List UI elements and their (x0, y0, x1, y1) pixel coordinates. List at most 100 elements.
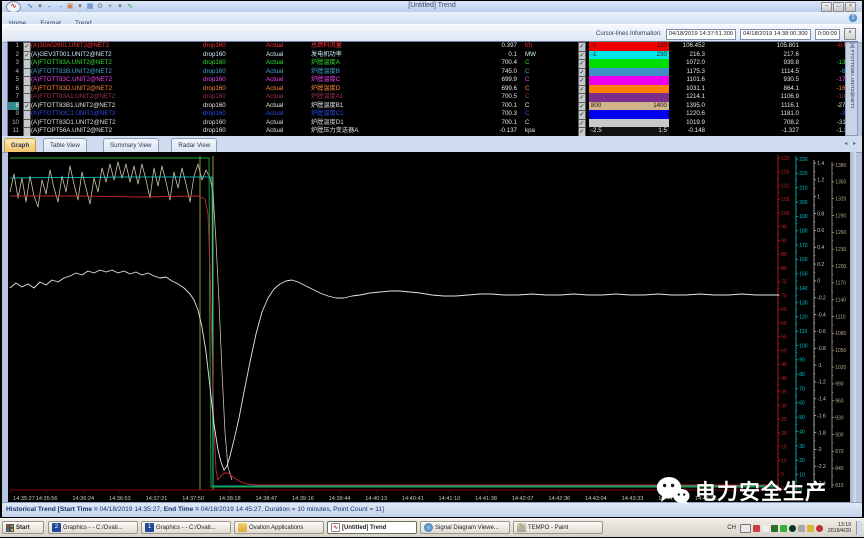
paint-icon: ✎ (517, 523, 526, 532)
table-row[interactable]: 1✓(A)30A02601.UNIT2@NET2drop160Actual总燃料… (8, 42, 857, 51)
table-row[interactable]: 8✓(A)FTOTT83B1.UNIT2@NET2drop160Actual炉膛… (8, 102, 857, 111)
tray-icon[interactable] (753, 525, 760, 532)
signal-name: (A)30A02601.UNIT2@NET2 (31, 42, 109, 51)
table-row[interactable]: 10(A)FTOTT83D1.UNIT2@NET2drop160Actual炉膛… (8, 119, 857, 128)
taskbar-task-folder[interactable]: Ovation Applications (234, 521, 324, 534)
signal-description: 炉膛温度D (311, 85, 340, 94)
signal-unit: C (525, 93, 529, 102)
signal-name: (A)FTOTT83A1.UNIT2@NET2 (31, 93, 115, 102)
taskbar-task-graphics-2[interactable]: 2Graphics - - C:/Ovati... (48, 521, 138, 534)
axis-tick-label: 80 (799, 372, 805, 378)
axis-tick-label: 100 (799, 343, 808, 349)
axis-tick-label: 130 (799, 300, 808, 306)
cursor1-value: 1072.0 (618, 59, 705, 68)
tab-table-view[interactable]: Table View (43, 138, 87, 152)
tray-icon[interactable] (771, 525, 778, 532)
signal-value: 700.5 (428, 93, 517, 102)
table-row[interactable]: 9(A)FTOTT83C1.UNIT2@NET2drop160Actual炉膛温… (8, 110, 857, 119)
keyboard-icon[interactable] (740, 524, 751, 533)
signal-description: 炉膛温度C1 (311, 110, 344, 119)
screen: ∿ ∿▾←→▣▾▦⊙+▾∿ [Untitled] Trend –□× HomeF… (0, 0, 864, 538)
tray-icon[interactable] (816, 525, 823, 532)
axis-tick-label: 50 (781, 348, 787, 354)
axis-tick-label: 50 (799, 415, 805, 421)
cursor1-value: 1395.0 (618, 102, 705, 111)
table-row[interactable]: 3(A)FTOTT83A.UNIT2@NET2drop160Actual炉膛温度… (8, 59, 857, 68)
minimize-button[interactable]: – (821, 2, 832, 12)
cursor1-value: 1101.6 (618, 76, 705, 85)
signal-unit: C (525, 59, 529, 68)
table-row[interactable]: 4(A)FTOTT83B.UNIT2@NET2drop160Actual炉膛温度… (8, 68, 857, 77)
axis-tick-label: 110 (781, 183, 789, 189)
show-desktop-button[interactable] (856, 521, 862, 535)
axis-tick-label: 1.2 (817, 178, 824, 184)
signal-mode: Actual (266, 127, 283, 136)
furnace-temp-a-curve (10, 158, 779, 487)
axis-tick-label: 990 (835, 382, 844, 388)
watermark-text: 电力安全生产 (695, 476, 827, 506)
window-title: [Untitled] Trend (2, 2, 862, 9)
table-row[interactable]: 11(A)FTOPT56A.UNIT2@NET2drop160Actual炉膛压… (8, 127, 857, 136)
delta-value: -0.651 (768, 42, 854, 51)
signal-description: 总燃料流量 (311, 42, 342, 51)
graph-scrollbar[interactable] (850, 152, 856, 502)
taskbar-task-signal[interactable]: Signal Diagram Viewe... (420, 521, 510, 534)
table-row[interactable]: 5(A)FTOTT83C.UNIT2@NET2drop160Actual炉膛温度… (8, 76, 857, 85)
tab-summary-view[interactable]: Summary View (103, 138, 159, 152)
axis-tick-label: 115 (781, 170, 789, 176)
tab-radar-view[interactable]: Radar View (171, 138, 217, 152)
axis-tick-label: 20 (799, 458, 805, 464)
signal-drop: drop160 (203, 68, 226, 77)
axis-tick-label: 60 (799, 401, 805, 407)
tray-icon[interactable] (780, 525, 787, 532)
task-label: [Untitled] Trend (342, 522, 386, 534)
signal-drop: drop160 (203, 76, 226, 85)
cursor1-value: 1031.1 (618, 85, 705, 94)
task-label: Graphics - - C:/Ovati... (156, 522, 216, 534)
tray-icon[interactable] (798, 525, 805, 532)
maximize-button[interactable]: □ (833, 2, 844, 12)
delta-value: -171.1 (768, 76, 854, 85)
axis-tick-label: -1.8 (817, 430, 826, 436)
taskbar-task-paint[interactable]: ✎TEMPO - Paint (513, 521, 603, 534)
close-cursor-info-icon[interactable]: × (844, 28, 856, 40)
axis-tick-label: 0.6 (817, 228, 824, 234)
tray-icon[interactable] (807, 525, 814, 532)
axis-tick-label: 45 (781, 362, 787, 368)
signal-description: 发电机功率 (311, 51, 342, 60)
fuel-flow-curve (10, 196, 779, 485)
signal-value: 700.3 (428, 110, 517, 119)
axis-tick-label: 1080 (835, 331, 846, 337)
cursor2-time-field[interactable]: 04/18/2019 14:38:00.300 (740, 29, 810, 40)
close-button[interactable]: × (845, 2, 856, 12)
axis-tick-label: 170 (799, 243, 808, 249)
tray-icon[interactable] (762, 525, 769, 532)
cursor1-time-field[interactable]: 04/18/2019 14:37:51.300 (666, 29, 736, 40)
help-icon[interactable]: ? (849, 14, 857, 22)
signal-drop: drop160 (203, 93, 226, 102)
clock[interactable]: 13:192019/4/20 (825, 522, 854, 534)
tray-icon[interactable] (789, 525, 796, 532)
signal-drop: drop160 (203, 59, 226, 68)
axis-tick-label: 1230 (835, 247, 846, 253)
folder-icon (238, 523, 247, 532)
cursor1-value: 1175.3 (618, 68, 705, 77)
taskbar-task-graphics-1[interactable]: 1Graphics - - C:/Ovati... (141, 521, 231, 534)
table-row[interactable]: 6(A)FTOTT83D.UNIT2@NET2drop160Actual炉膛温度… (8, 85, 857, 94)
tab-scroll-arrows[interactable]: ◂ ▸ (844, 140, 858, 147)
start-button[interactable]: Start (2, 521, 44, 534)
axis-tick-label: 70 (799, 386, 805, 392)
signal-value: 699.6 (428, 85, 517, 94)
table-row[interactable]: 2✓(A)GEV3T001.UNIT2@NET2drop160Actual发电机… (8, 51, 857, 60)
tab-graph[interactable]: Graph (4, 138, 36, 152)
delta-value: 1.3 (768, 51, 854, 60)
watermark: 电力安全生产 (656, 476, 827, 506)
language-indicator[interactable]: CH (725, 525, 738, 531)
axis-tick-label: -2 (817, 447, 822, 453)
axis-tick-label: -1.6 (817, 413, 826, 419)
delta-value: -167.0 (768, 85, 854, 94)
selected-signal-side-tab[interactable]: [8] FTOTT83B1.UNIT2@NET2 (845, 42, 858, 136)
taskbar-task-trend[interactable]: ∿[Untitled] Trend (327, 521, 417, 534)
axis-tick-label: 1050 (835, 348, 846, 354)
table-row[interactable]: 7(A)FTOTT83A1.UNIT2@NET2drop160Actual炉膛温… (8, 93, 857, 102)
